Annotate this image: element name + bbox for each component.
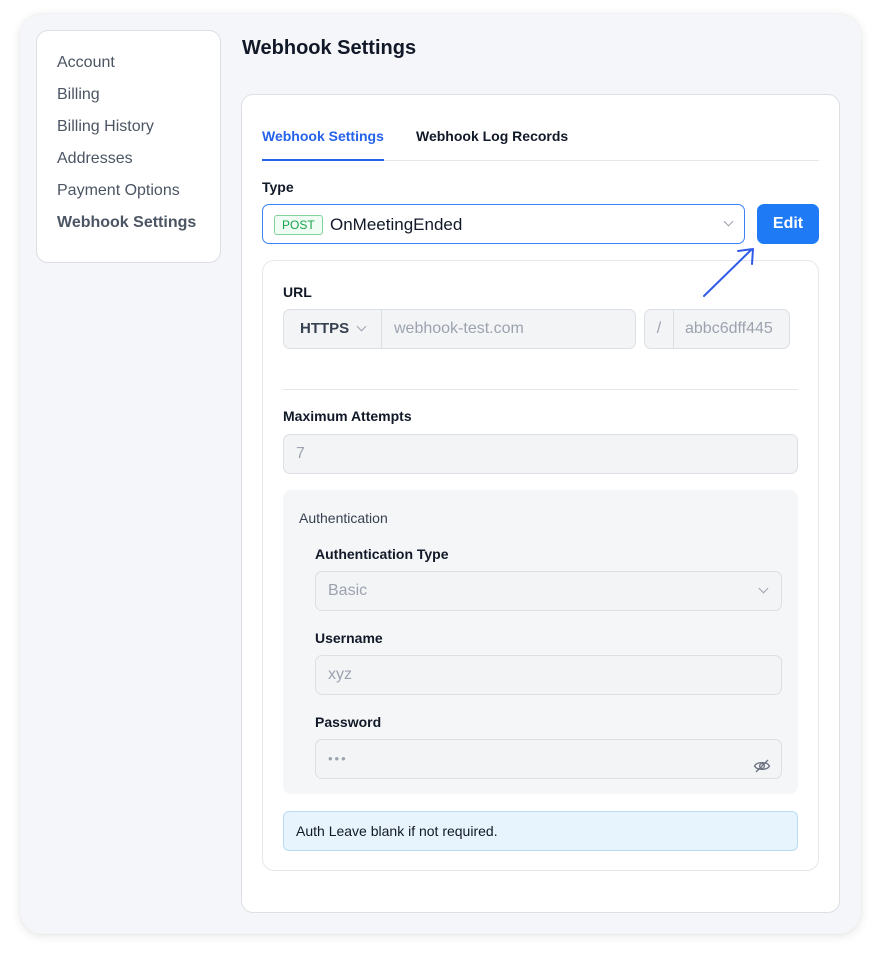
url-host-input[interactable]: webhook-test.com [381, 309, 636, 349]
page-title: Webhook Settings [242, 37, 417, 59]
password-value: ••• [328, 751, 348, 766]
password-input[interactable]: ••• [315, 739, 782, 779]
url-scheme-select[interactable]: HTTPS [283, 309, 381, 349]
webhook-config-panel: URL HTTPS webhook-test.com / abbc6dff445… [262, 260, 819, 871]
authentication-section: Authentication Authentication Type Basic… [283, 490, 798, 794]
type-label: Type [262, 179, 294, 195]
webhook-type-select[interactable]: POST OnMeetingEnded [262, 204, 745, 244]
http-method-badge: POST [274, 215, 323, 235]
url-path-input[interactable]: abbc6dff445 [673, 309, 790, 349]
username-input[interactable]: xyz [315, 655, 782, 695]
sidebar-item-addresses[interactable]: Addresses [57, 148, 220, 180]
authentication-section-label: Authentication [299, 510, 388, 526]
chevron-down-icon [723, 216, 734, 227]
url-label: URL [283, 284, 312, 300]
url-scheme-value: HTTPS [300, 320, 350, 337]
auth-notice: Auth Leave blank if not required. [283, 811, 798, 851]
sidebar-item-billing-history[interactable]: Billing History [57, 116, 220, 148]
sidebar-item-billing[interactable]: Billing [57, 84, 220, 116]
chevron-down-icon [356, 321, 367, 332]
sidebar-item-payment-options[interactable]: Payment Options [57, 180, 220, 212]
section-divider [283, 389, 798, 390]
edit-button[interactable]: Edit [757, 204, 819, 244]
tab-webhook-settings[interactable]: Webhook Settings [262, 128, 384, 161]
username-label: Username [315, 630, 383, 646]
auth-type-value: Basic [328, 582, 368, 599]
auth-type-select[interactable]: Basic [315, 571, 782, 611]
url-path-separator: / [644, 309, 673, 349]
max-attempts-input[interactable]: 7 [283, 434, 798, 474]
chevron-down-icon [758, 583, 769, 594]
sidebar-item-account[interactable]: Account [57, 52, 220, 84]
auth-type-label: Authentication Type [315, 546, 449, 562]
eye-off-icon[interactable] [753, 751, 771, 773]
password-label: Password [315, 714, 382, 730]
sidebar-item-webhook-settings[interactable]: Webhook Settings [57, 212, 220, 244]
webhook-settings-card: Webhook Settings Webhook Log Records Typ… [241, 94, 840, 913]
webhook-type-value: OnMeetingEnded [330, 215, 463, 234]
max-attempts-label: Maximum Attempts [283, 408, 412, 424]
tab-bar: Webhook Settings Webhook Log Records [262, 95, 819, 161]
tab-webhook-log-records[interactable]: Webhook Log Records [416, 128, 568, 160]
settings-sidebar: Account Billing Billing History Addresse… [36, 30, 221, 263]
